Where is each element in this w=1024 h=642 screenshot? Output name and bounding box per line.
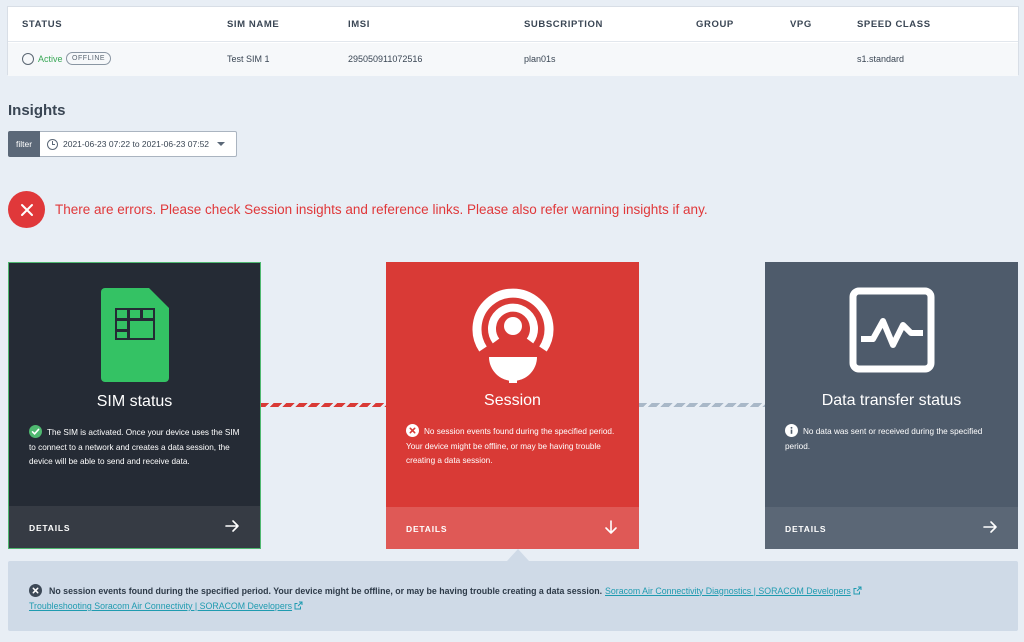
external-link-icon	[294, 601, 303, 610]
session-details-button[interactable]: DETAILS	[406, 524, 447, 534]
info-message: No session events found during the speci…	[49, 585, 603, 596]
filter-label: filter	[8, 131, 40, 157]
troubleshooting-link[interactable]: Troubleshooting Soracom Air Connectivity…	[29, 601, 303, 611]
data-details-button[interactable]: DETAILS	[785, 524, 826, 534]
arrow-right-icon[interactable]	[224, 518, 240, 539]
sim-table: STATUS SIM NAME IMSI SUBSCRIPTION GROUP …	[7, 6, 1019, 76]
sim-status-description: The SIM is activated. Once your device u…	[29, 425, 242, 470]
session-description: No session events found during the speci…	[406, 424, 621, 469]
table-header: STATUS SIM NAME IMSI SUBSCRIPTION GROUP …	[8, 7, 1018, 42]
data-transfer-description: No data was sent or received during the …	[785, 424, 1000, 454]
subscription-cell: plan01s	[524, 54, 556, 64]
sim-session-connector	[261, 403, 387, 407]
session-title: Session	[484, 392, 541, 409]
external-link-icon	[853, 586, 862, 594]
session-data-connector	[639, 403, 766, 407]
header-status[interactable]: STATUS	[22, 19, 62, 30]
sim-status-title: SIM status	[96, 393, 173, 410]
header-subscription[interactable]: SUBSCRIPTION	[524, 19, 603, 30]
session-details-bar[interactable]: DETAILS	[386, 507, 639, 549]
x-circle-icon	[406, 424, 419, 437]
sim-card-icon	[100, 288, 169, 387]
error-icon	[8, 191, 45, 228]
clock-icon	[47, 138, 58, 150]
header-speed-class[interactable]: SPEED CLASS	[857, 19, 931, 30]
header-sim-name[interactable]: SIM NAME	[227, 19, 279, 30]
sim-details-bar[interactable]: DETAILS	[9, 506, 260, 548]
header-vpg[interactable]: VPG	[790, 19, 812, 30]
data-transfer-text: No data was sent or received during the …	[785, 427, 983, 451]
info-icon	[785, 424, 798, 437]
error-banner: There are errors. Please check Session i…	[8, 191, 708, 228]
imsi-cell: 295050911072516	[348, 54, 423, 64]
speed-class-cell: s1.standard	[857, 54, 905, 64]
offline-badge: OFFLINE	[66, 52, 112, 65]
diagnostics-link[interactable]: Soracom Air Connectivity Diagnostics | S…	[605, 586, 862, 596]
line-chart-icon	[849, 287, 935, 378]
arrow-right-icon[interactable]	[982, 519, 998, 540]
insights-title: Insights	[8, 102, 66, 119]
session-detail-panel: No session events found during the speci…	[8, 561, 1018, 631]
session-text: No session events found during the speci…	[406, 427, 615, 465]
caret-down-icon[interactable]	[217, 142, 226, 146]
status-indicator-icon	[22, 53, 34, 65]
info-line: No session events found during the speci…	[29, 584, 862, 597]
data-transfer-title: Data transfer status	[821, 392, 962, 409]
table-row[interactable]: Active OFFLINE Test SIM 1 29505091107251…	[8, 43, 1018, 76]
date-range-value: 2021-06-23 07:22 to 2021-06-23 07:52	[63, 139, 210, 149]
sim-status-text: The SIM is activated. Once your device u…	[29, 428, 240, 466]
antenna-icon	[469, 287, 557, 388]
date-range-picker[interactable]: 2021-06-23 07:22 to 2021-06-23 07:52	[40, 131, 237, 157]
data-transfer-card[interactable]: Data transfer status No data was sent or…	[765, 262, 1018, 549]
x-circle-icon	[29, 584, 42, 597]
data-details-bar[interactable]: DETAILS	[765, 507, 1018, 549]
sim-name-cell: Test SIM 1	[227, 54, 270, 64]
check-icon	[29, 425, 42, 438]
session-card[interactable]: Session No session events found during t…	[386, 262, 639, 549]
error-message: There are errors. Please check Session i…	[55, 202, 708, 217]
arrow-down-icon[interactable]	[603, 519, 619, 540]
status-text: Active	[38, 54, 63, 64]
info-link-line: Troubleshooting Soracom Air Connectivity…	[29, 601, 303, 611]
sim-details-button[interactable]: DETAILS	[29, 523, 70, 533]
header-group[interactable]: GROUP	[696, 19, 734, 30]
panel-pointer	[507, 549, 529, 561]
header-imsi[interactable]: IMSI	[348, 19, 370, 30]
filter-control[interactable]: filter 2021-06-23 07:22 to 2021-06-23 07…	[8, 131, 237, 157]
sim-status-card[interactable]: SIM status The SIM is activated. Once yo…	[8, 262, 261, 549]
